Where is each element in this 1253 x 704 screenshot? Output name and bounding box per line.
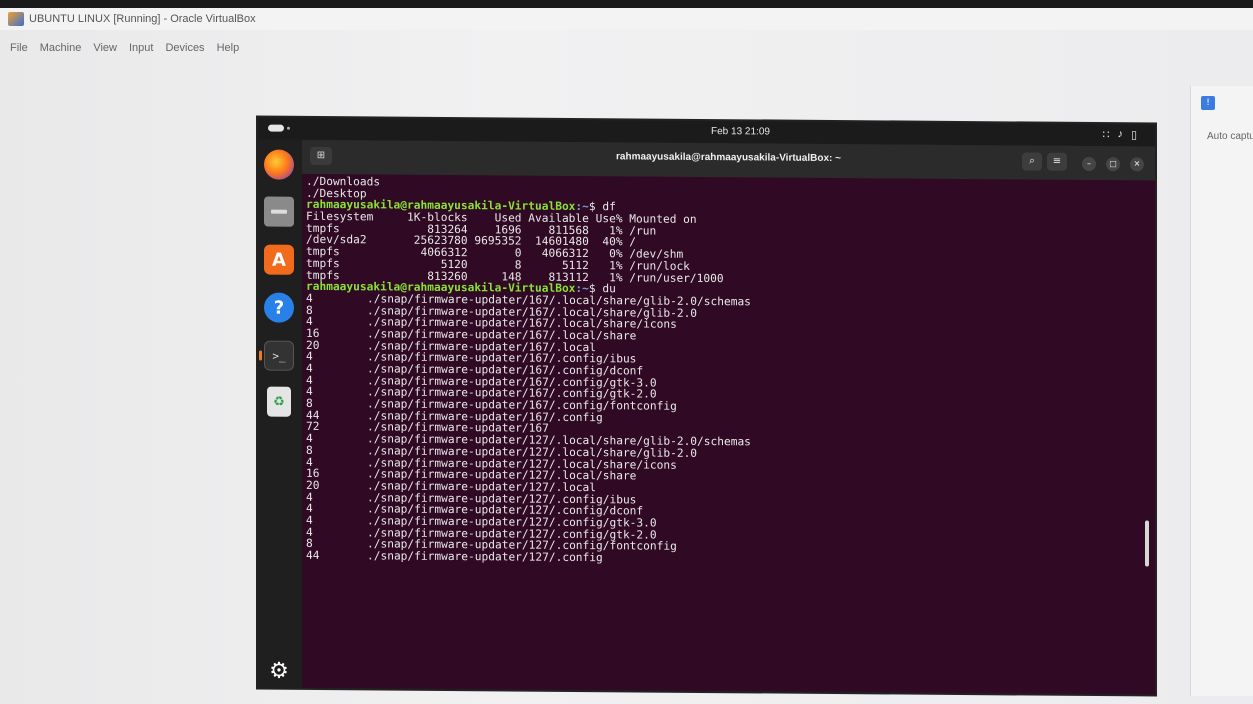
du-output: 4 ./snap/firmware-updater/167/.local/shar…	[306, 291, 1155, 568]
minimize-button[interactable]: –	[1082, 156, 1096, 172]
du-size: 20	[306, 478, 320, 492]
terminal-scrollbar[interactable]	[1145, 520, 1149, 567]
terminal-icon[interactable]: >_	[264, 340, 294, 371]
virtualbox-titlebar: UBUNTU LINUX [Running] - Oracle VirtualB…	[0, 8, 1253, 30]
du-size: 4	[306, 431, 313, 446]
du-size: 4	[306, 490, 313, 504]
auto-capture-label: Auto captu	[1207, 131, 1253, 142]
hamburger-menu-icon[interactable]: ≡	[1047, 152, 1067, 171]
search-icon[interactable]: ⌕	[1022, 152, 1042, 171]
menu-file[interactable]: File	[10, 42, 28, 60]
du-size: 4	[306, 361, 313, 375]
du-size: 20	[306, 338, 320, 352]
du-size: 4	[306, 502, 313, 516]
virtualbox-window-title: UBUNTU LINUX [Running] - Oracle VirtualB…	[29, 13, 256, 25]
trash-icon[interactable]: ♻	[267, 386, 291, 417]
ubuntu-vm-display[interactable]: Feb 13 21:09 ∷ ♪ ▯ A ? >_ ♻ ⚙ ⊞ rahmaayu…	[258, 117, 1155, 695]
menu-view[interactable]: View	[93, 42, 117, 60]
du-path: ./snap/firmware-updater/127/.config	[367, 549, 603, 565]
du-size: 4	[306, 291, 313, 305]
terminal-window[interactable]: ⊞ rahmaayusakila@rahmaayusakila-VirtualB…	[302, 139, 1155, 695]
network-icon: ∷	[1102, 129, 1110, 142]
terminal-output[interactable]: ./Downloads ./Desktop rahmaayusakila@rah…	[302, 174, 1155, 695]
app-center-icon[interactable]: A	[264, 244, 294, 275]
du-size: 8	[306, 443, 313, 457]
virtualbox-logo-icon	[8, 12, 24, 26]
menu-help[interactable]: Help	[217, 42, 240, 60]
menu-input[interactable]: Input	[129, 42, 153, 60]
du-size: 44	[306, 548, 320, 562]
volume-icon: ♪	[1117, 128, 1123, 141]
maximize-button[interactable]: □	[1106, 157, 1120, 172]
system-tray[interactable]: ∷ ♪ ▯	[1102, 128, 1137, 141]
folder-icon[interactable]	[264, 196, 294, 227]
menu-machine[interactable]: Machine	[40, 42, 82, 60]
du-size: 4	[306, 513, 313, 527]
capture-side-panel: ! Auto captu	[1190, 86, 1253, 696]
du-size: 4	[306, 350, 313, 364]
menu-devices[interactable]: Devices	[165, 42, 204, 60]
close-button[interactable]: ✕	[1130, 157, 1144, 172]
help-icon[interactable]: ?	[264, 292, 294, 323]
ubuntu-logo-icon[interactable]: ⚙	[264, 656, 294, 686]
du-size: 4	[306, 373, 313, 387]
virtualbox-menubar: File Machine View Input Devices Help	[0, 42, 251, 60]
active-app-indicator	[259, 350, 262, 361]
clock[interactable]: Feb 13 21:09	[711, 126, 770, 137]
du-size: 8	[306, 303, 313, 317]
du-size: 4	[306, 385, 313, 399]
activities-indicator-icon[interactable]	[268, 124, 284, 132]
notification-icon[interactable]: !	[1201, 96, 1215, 110]
firefox-icon[interactable]	[264, 149, 294, 180]
battery-icon: ▯	[1130, 129, 1137, 142]
du-size: 4	[306, 525, 313, 539]
dock: A ? >_ ♻ ⚙	[258, 139, 302, 688]
du-size: 72	[306, 420, 320, 434]
